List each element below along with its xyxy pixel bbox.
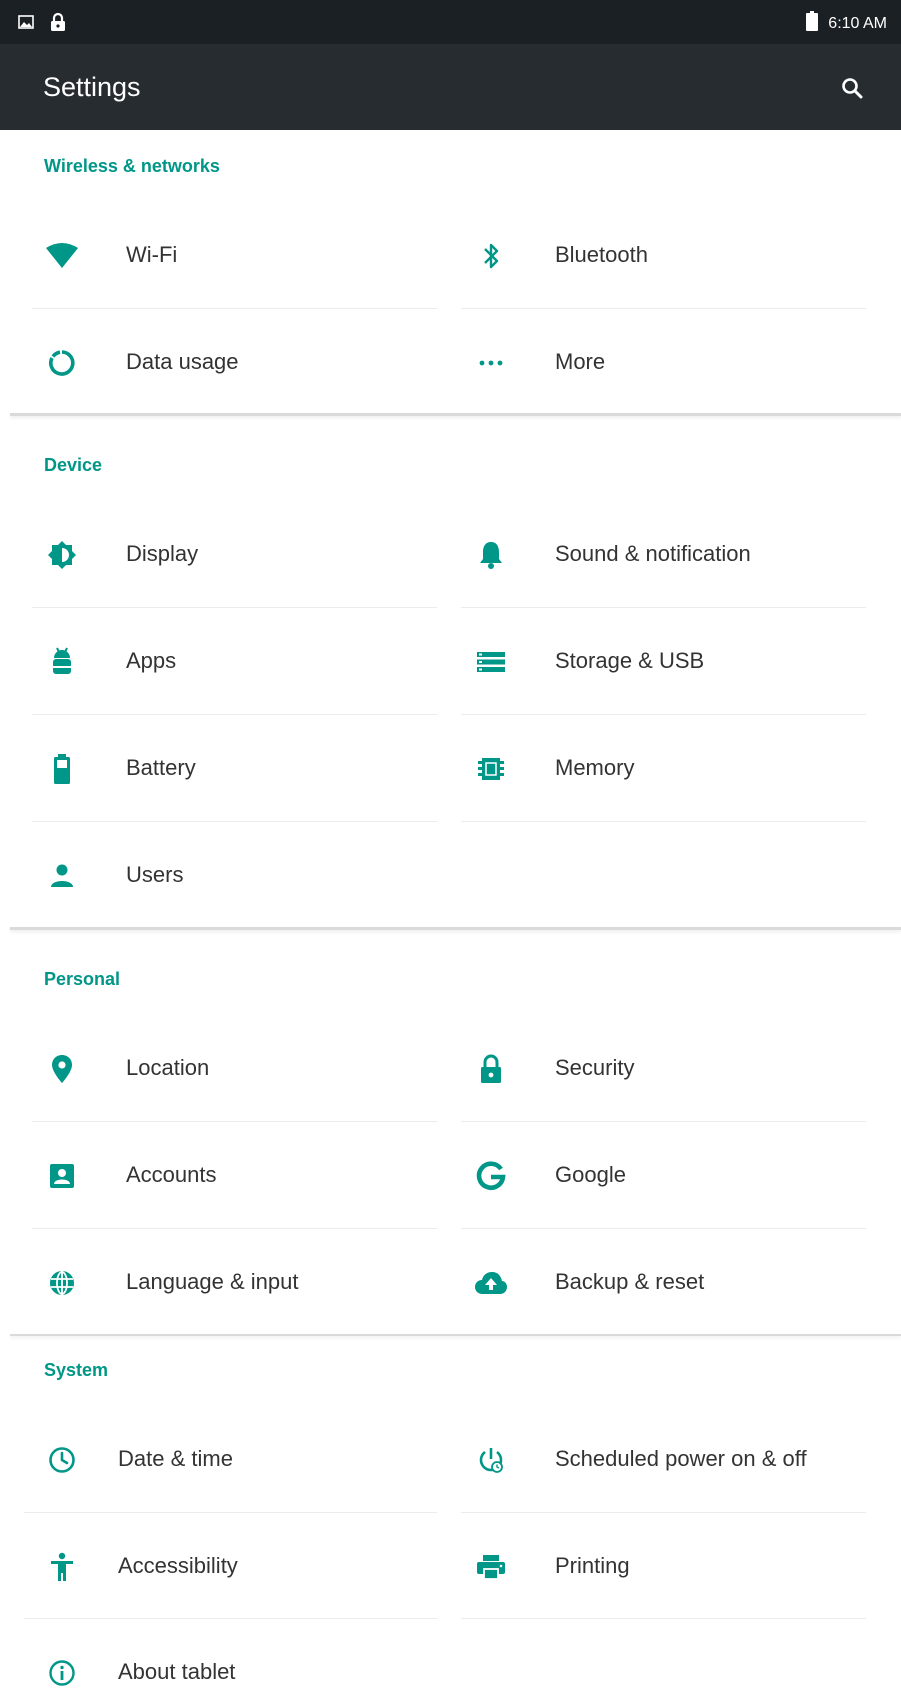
settings-item-label: Accounts bbox=[126, 1162, 217, 1187]
settings-item-label: Sound & notification bbox=[555, 541, 751, 566]
more-icon bbox=[473, 347, 509, 379]
info-icon bbox=[44, 1657, 80, 1689]
settings-item-accounts[interactable]: Accounts bbox=[32, 1122, 462, 1228]
lock-notification-icon bbox=[50, 12, 66, 37]
google-icon bbox=[473, 1160, 509, 1192]
section-header-device: Device bbox=[44, 455, 103, 475]
search-button[interactable] bbox=[830, 70, 874, 110]
power-schedule-icon bbox=[473, 1444, 509, 1476]
settings-item-apps[interactable]: Apps bbox=[32, 608, 462, 714]
settings-item-display[interactable]: Display bbox=[32, 501, 462, 607]
settings-item-sound[interactable]: Sound & notification bbox=[461, 501, 891, 607]
search-icon bbox=[840, 76, 864, 105]
clock-icon bbox=[44, 1444, 80, 1476]
settings-item-label: Backup & reset bbox=[555, 1269, 705, 1294]
settings-item-label: Storage & USB bbox=[555, 648, 705, 673]
settings-item-backup[interactable]: Backup & reset bbox=[461, 1229, 891, 1335]
storage-icon bbox=[473, 646, 509, 678]
settings-item-label: Battery bbox=[126, 755, 196, 780]
accessibility-icon bbox=[44, 1551, 80, 1583]
settings-item-label: Scheduled power on & off bbox=[555, 1446, 807, 1471]
settings-item-label: More bbox=[555, 349, 606, 374]
settings-item-label: Users bbox=[126, 862, 184, 887]
location-icon bbox=[44, 1053, 80, 1085]
settings-item-language[interactable]: Language & input bbox=[32, 1229, 462, 1335]
settings-item-about[interactable]: About tablet bbox=[32, 1619, 462, 1687]
settings-item-users[interactable]: Users bbox=[32, 822, 462, 928]
app-bar: Settings bbox=[0, 44, 901, 130]
settings-item-label: Data usage bbox=[126, 349, 239, 374]
settings-item-label: Apps bbox=[126, 648, 177, 673]
bluetooth-icon bbox=[473, 240, 509, 272]
settings-item-label: Bluetooth bbox=[555, 242, 648, 267]
lock-icon bbox=[473, 1053, 509, 1085]
settings-item-date-time[interactable]: Date & time bbox=[32, 1406, 462, 1512]
page-title: Settings bbox=[43, 72, 141, 102]
section-header-wireless: Wireless & networks bbox=[44, 156, 220, 176]
bell-icon bbox=[473, 539, 509, 571]
settings-item-location[interactable]: Location bbox=[32, 1015, 462, 1121]
settings-item-scheduled-power[interactable]: Scheduled power on & off bbox=[461, 1406, 891, 1512]
settings-item-label: Date & time bbox=[118, 1446, 233, 1471]
settings-item-printing[interactable]: Printing bbox=[461, 1513, 891, 1619]
android-icon bbox=[44, 646, 80, 678]
settings-item-memory[interactable]: Memory bbox=[461, 715, 891, 821]
settings-item-wifi[interactable]: Wi-Fi bbox=[32, 202, 462, 308]
settings-item-battery[interactable]: Battery bbox=[32, 715, 462, 821]
section-header-personal: Personal bbox=[44, 969, 121, 989]
globe-icon bbox=[44, 1267, 80, 1299]
battery-icon bbox=[806, 11, 819, 36]
settings-item-label: Display bbox=[126, 541, 199, 566]
section-divider bbox=[10, 413, 901, 416]
settings-item-label: Language & input bbox=[126, 1269, 299, 1294]
user-icon bbox=[44, 860, 80, 892]
settings-item-storage[interactable]: Storage & USB bbox=[461, 608, 891, 714]
settings-item-bluetooth[interactable]: Bluetooth bbox=[461, 202, 891, 308]
settings-item-label: Google bbox=[555, 1162, 626, 1187]
settings-item-accessibility[interactable]: Accessibility bbox=[32, 1513, 462, 1619]
battery-icon bbox=[44, 753, 80, 785]
settings-item-data-usage[interactable]: Data usage bbox=[32, 309, 462, 415]
status-bar: 6:10 AM bbox=[0, 0, 901, 44]
status-time: 6:10 AM bbox=[828, 14, 887, 32]
section-divider bbox=[10, 927, 901, 930]
row-divider bbox=[461, 1618, 866, 1619]
image-notification-icon bbox=[18, 15, 34, 34]
settings-item-label: Location bbox=[126, 1055, 210, 1080]
settings-item-google[interactable]: Google bbox=[461, 1122, 891, 1228]
cloud-upload-icon bbox=[473, 1267, 509, 1299]
settings-item-more[interactable]: More bbox=[461, 309, 891, 415]
settings-item-label: Wi-Fi bbox=[126, 242, 178, 267]
settings-item-label: Memory bbox=[555, 755, 635, 780]
printer-icon bbox=[473, 1551, 509, 1583]
row-divider bbox=[461, 821, 866, 822]
wifi-icon bbox=[44, 240, 80, 272]
data-usage-icon bbox=[44, 347, 80, 379]
settings-item-label: Security bbox=[555, 1055, 635, 1080]
section-divider bbox=[10, 1334, 901, 1336]
memory-icon bbox=[473, 753, 509, 785]
settings-item-label: Printing bbox=[555, 1553, 630, 1578]
settings-item-label: About tablet bbox=[118, 1659, 236, 1684]
settings-item-label: Accessibility bbox=[118, 1553, 238, 1578]
settings-item-security[interactable]: Security bbox=[461, 1015, 891, 1121]
display-icon bbox=[44, 539, 80, 571]
section-header-system: System bbox=[44, 1360, 109, 1380]
account-icon bbox=[44, 1160, 80, 1192]
